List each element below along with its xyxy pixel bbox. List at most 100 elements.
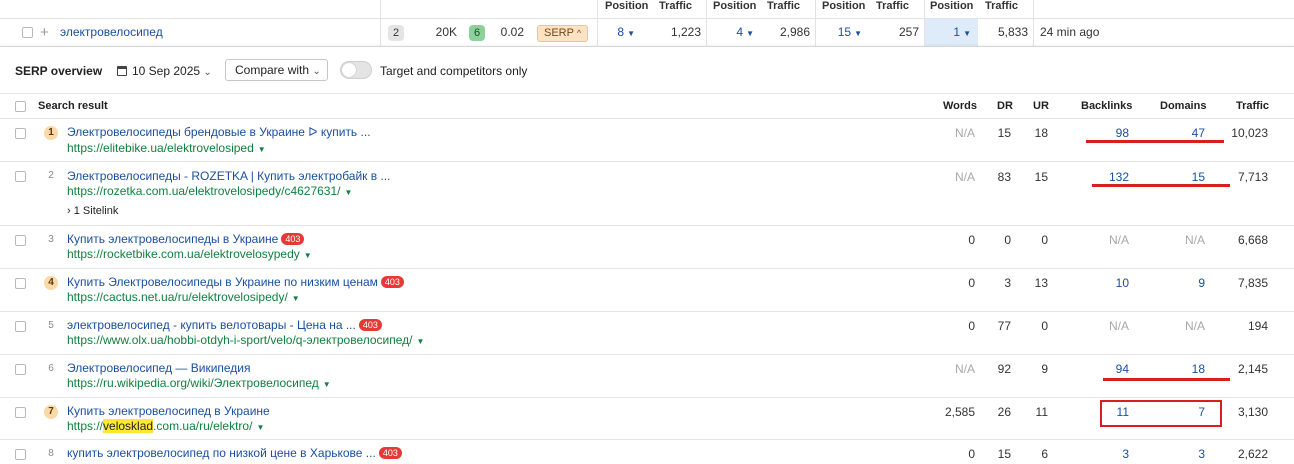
traffic-2: 2,986: [779, 25, 810, 39]
domains-link[interactable]: 9: [1165, 276, 1205, 290]
chevron-down-icon: ▼: [963, 29, 971, 38]
chevron-down-icon: ▼: [257, 145, 266, 154]
position-1[interactable]: 8 ▼: [600, 19, 635, 46]
serp-overview-title: SERP overview: [15, 64, 103, 78]
result-title-link[interactable]: Электровелосипед — Википедия: [67, 361, 251, 375]
annotation-underline: [1092, 184, 1230, 187]
select-all-checkbox[interactable]: [15, 101, 26, 112]
backlinks-link[interactable]: 132: [1090, 170, 1129, 184]
header-traffic-2[interactable]: Traffic: [767, 0, 800, 12]
header-ur[interactable]: UR: [1033, 100, 1049, 112]
words-value: 0: [968, 276, 975, 290]
result-title-link[interactable]: Купить электровелосипед в Украине: [67, 404, 270, 418]
domains-link[interactable]: 3: [1165, 447, 1205, 461]
chevron-down-icon: ▼: [416, 337, 425, 346]
row-checkbox[interactable]: [15, 235, 26, 246]
date-picker[interactable]: 10 Sep 2025 ⌄: [117, 64, 212, 78]
row-checkbox[interactable]: [15, 449, 26, 460]
row-checkbox[interactable]: [15, 171, 26, 182]
dr-value: 92: [997, 362, 1011, 376]
target-competitors-toggle[interactable]: [340, 61, 372, 79]
result-title-link[interactable]: Купить Электровелосипеды в Украине по ни…: [67, 275, 378, 289]
result-title-link[interactable]: Электровелосипеды - ROZETKA | Купить эле…: [67, 169, 390, 183]
highlighted-domain: velosklad: [103, 419, 154, 433]
header-position-3[interactable]: Position: [822, 0, 865, 12]
result-title-link[interactable]: Электровелосипеды брендовые в Украине ᐅ …: [67, 125, 371, 139]
result-title-link[interactable]: купить электровелосипед по низкой цене в…: [67, 446, 376, 460]
compare-with-label: Compare with: [235, 63, 310, 77]
header-traffic-3[interactable]: Traffic: [876, 0, 909, 12]
chevron-down-icon: ▼: [746, 29, 754, 38]
result-url[interactable]: https://rocketbike.com.ua/elektrovelosyp…: [67, 247, 312, 261]
serp-overview-panel: SERP overview 10 Sep 2025 ⌄ Compare with…: [0, 46, 1294, 464]
serp-button[interactable]: SERP ^: [537, 25, 589, 42]
header-words[interactable]: Words: [943, 100, 977, 112]
result-url[interactable]: https://ru.wikipedia.org/wiki/Электровел…: [67, 376, 331, 390]
header-backlinks[interactable]: Backlinks: [1081, 100, 1132, 112]
position-2[interactable]: 4 ▼: [710, 19, 754, 46]
header-position-2[interactable]: Position: [713, 0, 756, 12]
result-title: Купить Электровелосипеды в Украине по ни…: [67, 275, 404, 289]
result-title-link[interactable]: Купить электровелосипеды в Украине: [67, 232, 278, 246]
sitelink-toggle[interactable]: › 1 Sitelink: [67, 205, 118, 217]
domains-value: N/A: [1184, 319, 1205, 333]
result-url-text: https://rocketbike.com.ua/elektrovelosyp…: [67, 247, 300, 261]
annotation-underline: [1103, 378, 1230, 381]
keyword-row-checkbox[interactable]: [22, 27, 33, 38]
words-value: N/A: [954, 362, 975, 376]
compare-with-dropdown[interactable]: Compare with ⌄: [225, 59, 328, 81]
row-checkbox[interactable]: [15, 321, 26, 332]
backlinks-value: N/A: [1108, 319, 1129, 333]
table-row: 4 Купить Электровелосипеды в Украине по …: [0, 269, 1294, 312]
table-row: 3 Купить электровелосипеды в Украине 403 …: [0, 226, 1294, 269]
domains-link[interactable]: 18: [1165, 362, 1205, 376]
backlinks-link[interactable]: 3: [1090, 447, 1129, 461]
result-url[interactable]: https://rozetka.com.ua/elektrovelosipedy…: [67, 184, 352, 198]
header-search-result[interactable]: Search result: [38, 100, 108, 112]
traffic-value: 6,668: [1237, 233, 1268, 247]
result-title-link[interactable]: электровелосипед - купить велотовары - Ц…: [67, 318, 356, 332]
toggle-knob: [342, 63, 356, 77]
position-3[interactable]: 15 ▼: [818, 19, 862, 46]
header-traffic[interactable]: Traffic: [1236, 100, 1269, 112]
header-position-1[interactable]: Position: [605, 0, 648, 12]
serp-table-header: Search result Words DR UR Backlinks Doma…: [0, 93, 1294, 119]
header-dr[interactable]: DR: [997, 100, 1013, 112]
ur-value: 9: [1041, 362, 1048, 376]
chevron-down-icon: ⌄: [312, 66, 321, 77]
words-value: N/A: [954, 170, 975, 184]
position-4[interactable]: 1 ▼: [925, 19, 971, 46]
backlinks-link[interactable]: 98: [1090, 126, 1129, 140]
words-value: 0: [968, 233, 975, 247]
result-url[interactable]: https://www.olx.ua/hobbi-otdyh-i-sport/v…: [67, 333, 424, 347]
domains-link[interactable]: 15: [1165, 170, 1205, 184]
table-row: 5 электровелосипед - купить велотовары -…: [0, 312, 1294, 355]
result-title: электровелосипед - купить велотовары - Ц…: [67, 318, 382, 332]
domains-link[interactable]: 47: [1165, 126, 1205, 140]
backlinks-link[interactable]: 94: [1090, 362, 1129, 376]
result-url[interactable]: https://cactus.net.ua/ru/elektrovelosipe…: [67, 290, 300, 304]
row-checkbox[interactable]: [15, 278, 26, 289]
row-checkbox[interactable]: [15, 128, 26, 139]
row-checkbox[interactable]: [15, 364, 26, 375]
backlinks-link[interactable]: 10: [1090, 276, 1129, 290]
chevron-down-icon: ▼: [303, 251, 312, 260]
result-title: купить электровелосипед по низкой цене в…: [67, 446, 402, 460]
plus-icon[interactable]: +: [40, 19, 49, 46]
result-url[interactable]: https://elitebike.ua/elektrovelosiped ▼: [67, 141, 266, 155]
annotation-underline: [1086, 140, 1224, 143]
result-url[interactable]: https://velosklad.com.ua/ru/elektro/▼: [67, 419, 264, 433]
status-403-badge: 403: [378, 447, 402, 459]
traffic-value: 2,145: [1237, 362, 1268, 376]
header-traffic-1[interactable]: Traffic: [659, 0, 692, 12]
keyword-link[interactable]: электровелосипед: [60, 19, 163, 46]
words-value: N/A: [954, 126, 975, 140]
row-checkbox[interactable]: [15, 407, 26, 418]
position-badge: 8: [48, 448, 54, 459]
header-traffic-4[interactable]: Traffic: [985, 0, 1018, 12]
result-title: Купить электровелосипеды в Украине 403: [67, 232, 305, 246]
status-403-badge: 403: [281, 233, 305, 245]
header-position-4[interactable]: Position: [930, 0, 973, 12]
header-domains[interactable]: Domains: [1160, 100, 1206, 112]
position-badge: 1: [44, 126, 58, 140]
